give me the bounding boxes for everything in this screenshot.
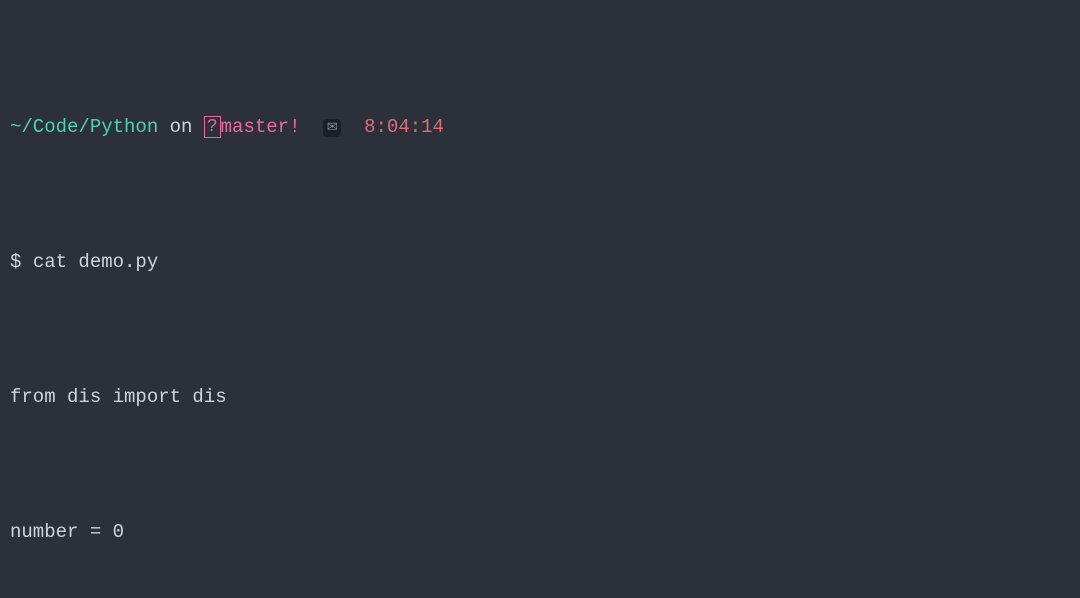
code-line: number = 0 (10, 519, 1070, 546)
code-line: from dis import dis (10, 384, 1070, 411)
branch-dirty-bang: ! (289, 116, 300, 138)
branch-name: master (221, 116, 289, 138)
command-line-1: $ cat demo.py (10, 249, 1070, 276)
on-word: on (158, 116, 204, 138)
terminal-viewport[interactable]: ~/Code/Python on ?master! ✉ 8:04:14 $ ca… (0, 0, 1080, 598)
branch-icon: ? (204, 116, 221, 138)
prompt-line-1: ~/Code/Python on ?master! ✉ 8:04:14 (10, 114, 1070, 141)
clock-icon: ✉ (323, 119, 341, 137)
cwd-path: ~/Code/Python (10, 116, 158, 138)
ps-symbol: $ (10, 251, 33, 273)
command-text: cat demo.py (33, 251, 158, 273)
time-text: 8:04:14 (364, 116, 444, 138)
